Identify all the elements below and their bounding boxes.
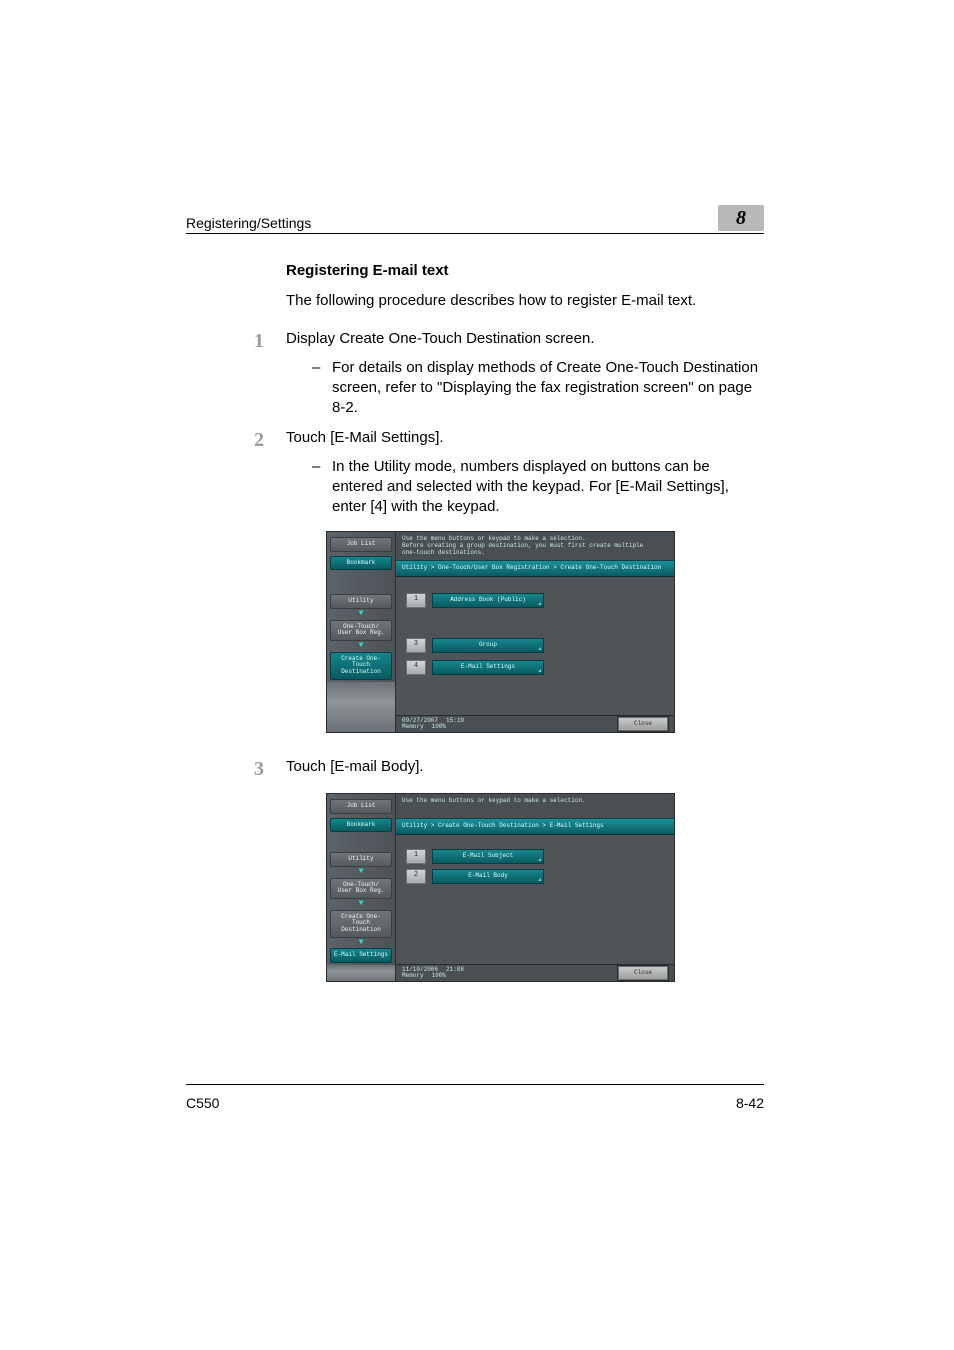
keypad-number-1[interactable]: 1 xyxy=(406,849,426,864)
tab-email-settings[interactable]: E-Mail Settings xyxy=(330,948,392,963)
arrow-down-icon: ▼ xyxy=(327,900,395,909)
arrow-down-icon: ▼ xyxy=(327,642,395,651)
chapter-number-badge: 8 xyxy=(718,205,764,231)
instruction-text: Use the menu buttons or keypad to make a… xyxy=(396,532,674,560)
footer-memory-label: Memory xyxy=(402,973,424,979)
instruction-text: Use the menu buttons or keypad to make a… xyxy=(396,794,674,808)
tab-utility[interactable]: Utility xyxy=(330,594,392,609)
breadcrumb: Utility > One-Touch/User Box Registratio… xyxy=(396,560,674,577)
arrow-down-icon: ▼ xyxy=(327,868,395,877)
keypad-number-3[interactable]: 3 xyxy=(406,638,426,653)
tab-create-one-touch[interactable]: Create One-Touch Destination xyxy=(330,652,392,680)
section-title: Registering/Settings xyxy=(186,215,311,231)
step-number: 2 xyxy=(254,428,286,517)
step-1: 1 Display Create One-Touch Destination s… xyxy=(254,329,764,418)
step-text: Display Create One-Touch Destination scr… xyxy=(286,329,764,349)
step-number: 1 xyxy=(254,329,286,418)
email-settings-button[interactable]: E-Mail Settings xyxy=(432,660,544,675)
footer-memory-label: Memory xyxy=(402,724,424,730)
keypad-number-4[interactable]: 4 xyxy=(406,660,426,675)
tab-bookmark[interactable]: Bookmark xyxy=(330,556,392,571)
keypad-number-1[interactable]: 1 xyxy=(406,593,426,608)
tab-onetouch-userbox[interactable]: One-Touch/ User Box Reg. xyxy=(330,878,392,899)
step-2: 2 Touch [E-Mail Settings]. – In the Util… xyxy=(254,428,764,517)
subheading: Registering E-mail text xyxy=(286,262,764,279)
keypad-number-2[interactable]: 2 xyxy=(406,869,426,884)
group-button[interactable]: Group xyxy=(432,638,544,653)
step-3: 3 Touch [E-mail Body]. xyxy=(254,757,764,779)
footer-memory-value: 100% xyxy=(432,973,446,979)
intro-paragraph: The following procedure describes how to… xyxy=(286,291,764,311)
dash-bullet: – xyxy=(312,457,332,518)
email-body-button[interactable]: E-Mail Body xyxy=(432,869,544,884)
step-text: Touch [E-Mail Settings]. xyxy=(286,428,764,448)
touchscreen-screenshot-2: Job List Bookmark Utility ▼ One-Touch/ U… xyxy=(326,793,675,982)
arrow-down-icon: ▼ xyxy=(327,610,395,619)
step-subtext: In the Utility mode, numbers displayed o… xyxy=(332,457,764,518)
address-book-button[interactable]: Address Book (Public) xyxy=(432,593,544,608)
close-button[interactable]: Close xyxy=(618,717,668,731)
tab-bookmark[interactable]: Bookmark xyxy=(330,818,392,833)
tab-onetouch-userbox[interactable]: One-Touch/ User Box Reg. xyxy=(330,620,392,641)
breadcrumb: Utility > Create One-Touch Destination >… xyxy=(396,818,674,835)
dash-bullet: – xyxy=(312,358,332,419)
email-subject-button[interactable]: E-Mail Subject xyxy=(432,849,544,864)
touchscreen-screenshot-1: Job List Bookmark Utility ▼ One-Touch/ U… xyxy=(326,531,675,733)
tab-create-one-touch[interactable]: Create One-Touch Destination xyxy=(330,910,392,938)
footer-page-number: 8-42 xyxy=(736,1095,764,1111)
footer-memory-value: 100% xyxy=(432,724,446,730)
close-button[interactable]: Close xyxy=(618,966,668,980)
tab-utility[interactable]: Utility xyxy=(330,852,392,867)
step-number: 3 xyxy=(254,757,286,779)
tab-job-list[interactable]: Job List xyxy=(330,799,392,814)
step-text: Touch [E-mail Body]. xyxy=(286,757,764,777)
tab-job-list[interactable]: Job List xyxy=(330,537,392,552)
step-subtext: For details on display methods of Create… xyxy=(332,358,764,419)
footer-model: C550 xyxy=(186,1095,219,1111)
arrow-down-icon: ▼ xyxy=(327,939,395,948)
